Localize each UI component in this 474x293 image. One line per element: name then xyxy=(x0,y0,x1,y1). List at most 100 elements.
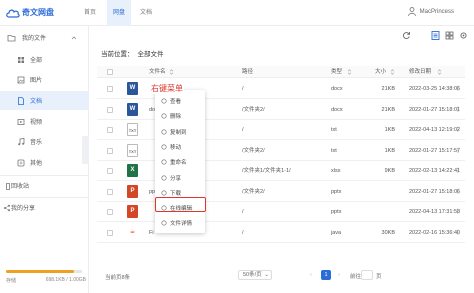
user-icon xyxy=(407,7,416,16)
row-checkbox[interactable] xyxy=(107,188,113,195)
nav-tab-docs[interactable]: 文档 xyxy=(134,0,158,26)
table-row[interactable]: Ppptx/文件夹2/pptx2022-01-27 15:18:06⋮ xyxy=(97,182,465,202)
breadcrumb-root[interactable]: 全部文件 xyxy=(138,51,164,58)
sidebar-item-label: 我的分享 xyxy=(11,206,36,212)
txt-file-icon: TXT xyxy=(127,123,138,136)
sidebar-item-share[interactable]: 我的分享 xyxy=(0,198,89,217)
more-options-icon[interactable]: ⋮ xyxy=(455,168,461,174)
file-path: / xyxy=(242,127,244,133)
file-modified: 2022-01-27 15:18:06 xyxy=(409,188,461,195)
user-name: MacPrincess xyxy=(419,8,454,15)
table-row[interactable]: TXT / txt 1KB 2022-04-13 12:19:02 ⋮ xyxy=(97,120,465,140)
ppt-file-icon: P xyxy=(127,205,138,218)
storage-used: 698.1KB / 1.00GB xyxy=(45,277,86,283)
sidebar-item-images[interactable]: 图片 xyxy=(0,70,89,89)
file-modified: 2022-02-16 15:36:40 xyxy=(409,229,461,236)
copy-icon xyxy=(161,129,167,135)
table-row[interactable]: X/文件夹1/文件夹1-1/xlsx 9KB 2022-02-13 14:22:41… xyxy=(97,161,465,181)
column-header-path: 路径 xyxy=(242,69,254,75)
more-options-icon[interactable]: ⋮ xyxy=(455,86,461,92)
more-options-icon[interactable]: ⋮ xyxy=(455,209,461,215)
file-name[interactable]: Fi xyxy=(149,223,154,243)
file-path: /文件夹2/ xyxy=(242,188,265,195)
current-page[interactable]: 1 xyxy=(321,270,331,280)
prev-page-button[interactable]: ‹ xyxy=(310,272,312,278)
page-size-value: 50条/页 xyxy=(243,272,262,278)
goto-page-input[interactable] xyxy=(361,270,373,280)
storage-progress xyxy=(6,270,82,273)
file-modified: 2022-01-27 15:18:01 xyxy=(409,106,461,113)
sidebar-item-recycle[interactable]: 回收站 xyxy=(0,176,89,195)
user-menu[interactable]: MacPrincess xyxy=(407,7,454,16)
row-checkbox[interactable] xyxy=(107,168,113,174)
refresh-icon[interactable] xyxy=(402,31,411,40)
sidebar-item-label: 视频 xyxy=(30,120,43,126)
nav-tab-drive[interactable]: 网盘 xyxy=(107,0,131,26)
word-file-icon: W xyxy=(127,102,138,116)
table-row[interactable]: Wdocx/文件夹2/docx21KB2022-01-27 15:18:01⋮ xyxy=(97,100,465,120)
more-options-icon[interactable]: ⋮ xyxy=(455,189,461,195)
file-type: docx xyxy=(331,106,343,113)
row-checkbox[interactable] xyxy=(107,147,113,154)
table-row[interactable]: P / pptx 2022-04-13 17:31:58 ⋮ xyxy=(97,202,465,222)
table-row[interactable]: ☕ Fi / java 30KB 2022-02-16 15:36:40 ⋮ xyxy=(97,223,465,243)
sort-icon[interactable] xyxy=(169,69,174,75)
context-menu-item[interactable]: 查看 xyxy=(155,94,205,108)
context-menu-item[interactable]: 文件详情 xyxy=(155,216,205,230)
list-view-icon[interactable] xyxy=(431,31,440,40)
table-row[interactable]: TXT/文件夹2/txt 1KB 2022-01-27 15:17:57 ⋮ xyxy=(97,141,465,161)
nav-tab-home[interactable]: 首页 xyxy=(78,0,102,26)
info-icon xyxy=(161,220,167,226)
row-checkbox[interactable] xyxy=(107,209,113,215)
sidebar-collapse-handle[interactable] xyxy=(82,136,89,164)
row-checkbox[interactable] xyxy=(107,86,113,92)
folder-icon xyxy=(7,34,16,41)
file-size: 1KB xyxy=(384,147,395,154)
more-options-icon[interactable]: ⋮ xyxy=(455,148,461,154)
context-menu-item[interactable]: 复制到 xyxy=(155,125,205,139)
sidebar-item-documents[interactable]: 文档 xyxy=(0,91,89,110)
sidebar-item-label: 音乐 xyxy=(30,140,43,146)
more-options-icon[interactable]: ⋮ xyxy=(455,107,461,113)
context-menu-item-label: 查看 xyxy=(170,99,182,105)
select-all-checkbox[interactable] xyxy=(107,69,113,75)
file-type: docx xyxy=(331,86,343,92)
context-menu-item[interactable]: 重命名 xyxy=(155,155,205,169)
sidebar-item-my-files[interactable]: 我的文件 xyxy=(0,28,89,47)
row-checkbox[interactable] xyxy=(107,229,113,236)
sort-icon[interactable] xyxy=(347,69,352,75)
sidebar-item-videos[interactable]: 视频 xyxy=(0,112,89,131)
more-options-icon[interactable]: ⋮ xyxy=(455,127,461,133)
next-page-button[interactable]: › xyxy=(338,272,340,278)
table-header: 文件名 路径 类型 大小 修改日期 xyxy=(97,66,465,78)
context-menu-item-label: 删除 xyxy=(170,114,182,121)
context-menu-item[interactable]: 删除 xyxy=(155,109,205,123)
context-menu-item-label: 复制到 xyxy=(170,129,187,136)
grid-view-icon[interactable] xyxy=(445,31,454,40)
rename-icon xyxy=(161,159,167,165)
column-header-type: 类型 xyxy=(331,69,343,75)
row-checkbox[interactable] xyxy=(107,106,113,113)
app-logo[interactable]: 奇文网盘 xyxy=(6,7,54,18)
file-modified: 2022-01-27 15:17:57 xyxy=(409,147,461,154)
sidebar-item-music[interactable]: 音乐 xyxy=(0,132,89,151)
context-menu-item[interactable]: 移动 xyxy=(155,140,205,154)
video-icon xyxy=(17,118,25,125)
page-size-select[interactable]: 50条/页 ⌄ xyxy=(238,270,272,280)
column-header-name[interactable]: 文件名 xyxy=(149,66,166,78)
sort-icon[interactable] xyxy=(437,69,442,75)
row-checkbox[interactable] xyxy=(107,127,113,133)
settings-icon[interactable] xyxy=(459,31,468,40)
sidebar-item-other[interactable]: 其他 xyxy=(0,153,89,172)
column-header-modified: 修改日期 xyxy=(409,69,432,75)
file-type: pptx xyxy=(331,188,342,195)
ppt-file-icon: P xyxy=(127,184,138,198)
sidebar-item-all[interactable]: 全部 xyxy=(0,50,89,69)
more-options-icon[interactable]: ⋮ xyxy=(455,230,461,236)
sort-icon[interactable] xyxy=(390,69,395,75)
context-menu-item[interactable]: 分享 xyxy=(155,171,205,185)
file-path: / xyxy=(242,209,244,215)
sidebar-item-label: 其他 xyxy=(30,161,43,167)
sidebar-item-label: 回收站 xyxy=(11,184,30,190)
context-menu-item-label: 分享 xyxy=(170,175,182,182)
